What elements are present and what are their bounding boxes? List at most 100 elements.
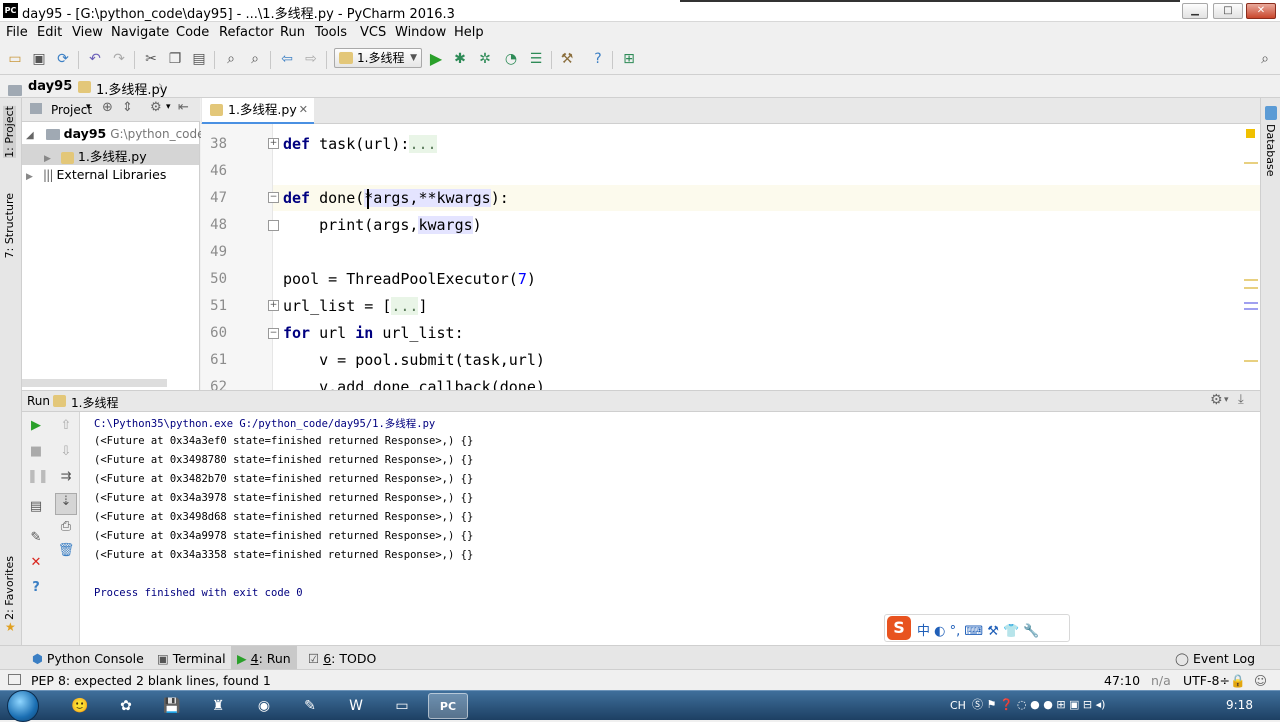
menu-code[interactable]: Code (176, 25, 209, 40)
sdk-icon[interactable]: ⊞ (620, 51, 638, 67)
search-everywhere-icon[interactable]: ⌕ (1256, 51, 1274, 67)
undo-icon[interactable]: ↶ (86, 51, 104, 67)
tree-node-day95[interactable]: ◢ day95 G:\python_code\day95 (26, 126, 246, 146)
close-icon[interactable]: ✕ (27, 555, 45, 571)
chevron-down-icon[interactable]: ▾ (86, 102, 91, 112)
inspector-icon[interactable]: ☺ (1254, 673, 1267, 688)
menu-edit[interactable]: Edit (37, 25, 62, 40)
menu-refactor[interactable]: Refactor (219, 25, 274, 40)
event-log-tab[interactable]: ◯ Event Log (1175, 651, 1255, 666)
scroll-to-end-icon[interactable]: ⇣ (55, 493, 77, 515)
paste-icon[interactable]: ▤ (190, 51, 208, 67)
tree-node-external-libraries[interactable]: ▶ ||| External Libraries (26, 167, 166, 182)
menu-tools[interactable]: Tools (315, 25, 347, 40)
copy-icon[interactable]: ❐ (166, 51, 184, 67)
back-icon[interactable]: ⇦ (278, 51, 296, 67)
database-tool-tab[interactable]: Database (1264, 124, 1277, 177)
locate-icon[interactable]: ⊕ (102, 100, 113, 115)
profile-icon[interactable]: ◔ (502, 51, 520, 67)
coverage-icon[interactable]: ✲ (476, 51, 494, 67)
run-config-tab[interactable]: 1.多线程 (71, 394, 118, 411)
find-icon[interactable]: ⌕ (222, 51, 240, 67)
menu-window[interactable]: Window (395, 25, 446, 40)
ime-toolbar[interactable]: S 中 ◐ °, ⌨ ⚒ 👕 🔧 (884, 614, 1070, 642)
help-icon[interactable]: ? (27, 580, 45, 596)
taskbar-app-icon[interactable]: ✿ (106, 693, 146, 719)
start-button[interactable] (7, 690, 39, 722)
menu-file[interactable]: File (6, 25, 28, 40)
error-stripe-mark[interactable] (1244, 360, 1258, 362)
notepad-icon[interactable]: ✎ (290, 693, 330, 719)
line-separator-status[interactable]: n/a (1151, 673, 1171, 688)
terminal-tab[interactable]: ▣ Terminal (157, 651, 226, 666)
down-arrow-icon[interactable]: ⇩ (57, 444, 75, 460)
gear-icon[interactable]: ⚙ (150, 100, 162, 115)
project-tool-tab[interactable]: 1: Project (3, 106, 16, 158)
error-stripe-mark[interactable] (1244, 287, 1258, 289)
menu-navigate[interactable]: Navigate (111, 25, 169, 40)
debug-icon[interactable]: ✱ (451, 51, 469, 67)
python-console-tab[interactable]: ⬢ Python Console (32, 651, 144, 666)
run-configuration-select[interactable]: 1.多线程 ▼ (334, 48, 422, 68)
horizontal-scrollbar[interactable] (22, 379, 167, 387)
error-stripe-mark[interactable] (1244, 302, 1258, 304)
pycharm-taskbar-icon[interactable]: PC (428, 693, 468, 719)
menu-help[interactable]: Help (454, 25, 484, 40)
todo-tab[interactable]: ☑ 6: TODO (308, 651, 376, 666)
stop-icon[interactable]: ■ (27, 444, 45, 460)
soft-wrap-icon[interactable]: ⇉ (57, 469, 75, 485)
caret-position[interactable]: 47:10 (1104, 673, 1140, 688)
collapse-icon[interactable]: ⇕ (122, 100, 133, 115)
inspection-warning-icon[interactable] (1246, 129, 1255, 138)
fold-end-icon[interactable] (268, 220, 279, 231)
structure-tool-tab[interactable]: 7: Structure (3, 193, 16, 258)
maximize-button[interactable]: □ (1213, 3, 1243, 19)
error-stripe-mark[interactable] (1244, 162, 1258, 164)
file-encoding[interactable]: UTF-8÷ (1183, 673, 1230, 688)
language-indicator[interactable]: CH (950, 699, 966, 712)
minimize-button[interactable]: ▁ (1182, 3, 1208, 19)
up-arrow-icon[interactable]: ⇧ (57, 418, 75, 434)
pause-icon[interactable]: ❚❚ (27, 469, 49, 485)
hide-panel-icon[interactable]: ⤓ (1238, 392, 1244, 407)
menu-run[interactable]: Run (280, 25, 305, 40)
menu-view[interactable]: View (72, 25, 103, 40)
taskbar-app-icon[interactable]: ♜ (198, 693, 238, 719)
trash-icon[interactable]: 🗑 (57, 543, 75, 559)
folded-code[interactable]: ... (409, 135, 437, 153)
code-editor[interactable]: 38 46 47 48 49 50 51 60 61 62 + − + − de… (201, 124, 1260, 390)
toggle-tool-windows-icon[interactable] (8, 674, 21, 685)
taskbar-app-icon[interactable]: 💾 (152, 693, 192, 719)
concurrency-icon[interactable]: ☰ (527, 51, 545, 67)
error-stripe-mark[interactable] (1244, 308, 1258, 310)
chevron-down-icon[interactable]: ▾ (166, 102, 171, 112)
fold-expand-icon[interactable]: + (268, 300, 279, 311)
tray-icons[interactable]: Ⓢ ⚑ ❓ ◌ ● ● ⊞ ▣ ⊟ ◂) (972, 696, 1105, 712)
replace-icon[interactable]: ⌕ (246, 51, 264, 67)
gear-icon[interactable]: ⚙ (1210, 392, 1223, 408)
clock[interactable]: 9:18 (1226, 698, 1253, 712)
print-icon[interactable]: ⎙ (57, 519, 75, 535)
rerun-icon[interactable]: ▶ (27, 418, 45, 434)
error-stripe-mark[interactable] (1244, 279, 1258, 281)
run-icon[interactable]: ▶ (427, 51, 445, 67)
fold-collapse-icon[interactable]: − (268, 192, 279, 203)
fold-expand-icon[interactable]: + (268, 138, 279, 149)
cut-icon[interactable]: ✂ (142, 51, 160, 67)
tree-node-file[interactable]: ▶ 1.多线程.py (22, 144, 199, 165)
ime-controls[interactable]: 中 ◐ °, ⌨ ⚒ 👕 🔧 (917, 620, 1040, 639)
run-tab[interactable]: ▶ 4: Run (231, 646, 297, 669)
fold-collapse-icon[interactable]: − (268, 328, 279, 339)
favorites-tool-tab[interactable]: 2: Favorites (3, 556, 16, 620)
pin-icon[interactable]: ✎ (27, 530, 45, 546)
explorer-icon[interactable]: ▭ (382, 693, 422, 719)
save-icon[interactable]: ▣ (30, 51, 48, 67)
word-icon[interactable]: W (336, 693, 376, 719)
vcs-icon[interactable]: ⚒ (558, 51, 576, 67)
redo-icon[interactable]: ↷ (110, 51, 128, 67)
editor-tab-active[interactable]: 1.多线程.py ✕ (202, 98, 314, 124)
taskbar-app-icon[interactable]: 🙂 (60, 693, 100, 719)
menu-vcs[interactable]: VCS (360, 25, 386, 40)
forward-icon[interactable]: ⇨ (302, 51, 320, 67)
open-icon[interactable]: ▭ (6, 51, 24, 67)
